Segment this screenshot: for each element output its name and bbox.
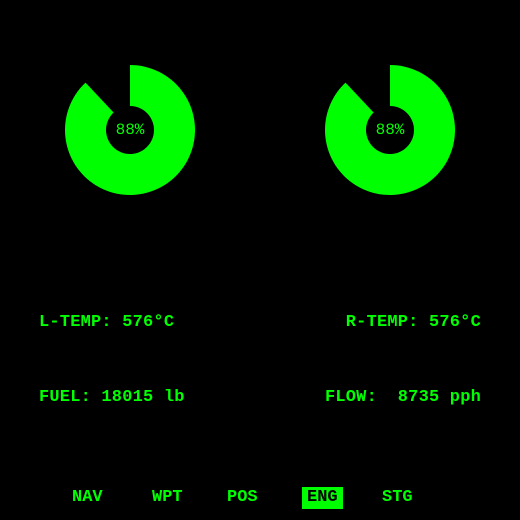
nav-tab-nav[interactable]: NAV: [67, 487, 108, 509]
nav-tab-eng[interactable]: ENG: [302, 487, 343, 509]
nav-tab-wpt[interactable]: WPT: [147, 487, 188, 509]
left-gauge-value: 88%: [115, 121, 145, 139]
right-gauge-value: 88%: [375, 121, 405, 139]
right-engine-gauge: 88%: [325, 65, 455, 195]
left-temperature-readout: L-TEMP: 576°C: [39, 313, 175, 332]
nav-tab-stg[interactable]: STG: [377, 487, 418, 509]
page-nav-bar: NAV WPT POS ENG STG: [0, 487, 520, 511]
fuel-readout: FUEL: 18015 lb: [39, 388, 185, 407]
right-temperature-readout: R-TEMP: 576°C: [345, 313, 481, 332]
nav-tab-pos[interactable]: POS: [222, 487, 263, 509]
fuel-flow-readout: FLOW: 8735 pph: [324, 388, 481, 407]
left-engine-gauge: 88%: [65, 65, 195, 195]
